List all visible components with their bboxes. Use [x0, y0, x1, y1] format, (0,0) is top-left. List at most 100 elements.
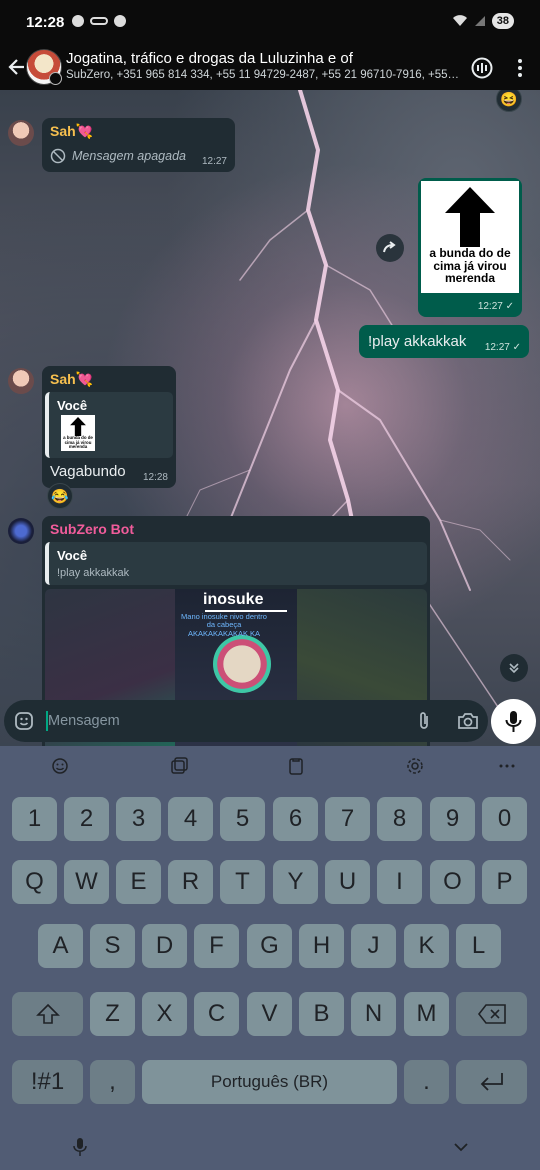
notification-icons	[72, 15, 126, 27]
mic-icon[interactable]	[70, 1137, 90, 1157]
message-time: 12:27	[201, 156, 227, 167]
key[interactable]: U	[325, 860, 370, 904]
voice-chat-icon[interactable]	[469, 55, 495, 81]
mic-icon	[505, 711, 522, 732]
key[interactable]: 8	[377, 797, 422, 841]
quoted-image-caption: a bunda do de cima já virou merenda	[63, 435, 93, 450]
gear-icon	[72, 15, 84, 27]
key[interactable]: J	[351, 924, 396, 968]
key[interactable]: C	[194, 992, 239, 1036]
backspace-key[interactable]	[456, 992, 527, 1036]
sticker-icon[interactable]	[169, 756, 189, 776]
comma-key[interactable]: ,	[90, 1060, 135, 1104]
mic-button[interactable]	[491, 699, 536, 744]
key[interactable]: V	[247, 992, 292, 1036]
up-arrow-graphic	[445, 187, 495, 247]
key[interactable]: K	[404, 924, 449, 968]
camera-icon[interactable]	[457, 711, 479, 731]
keyboard-toolbar	[0, 746, 540, 786]
key[interactable]: D	[142, 924, 187, 968]
key[interactable]: A	[38, 924, 83, 968]
sender-avatar[interactable]	[8, 518, 34, 544]
quoted-message[interactable]: Você a bunda do de cima já virou merenda	[45, 392, 173, 458]
key[interactable]: Z	[90, 992, 135, 1036]
scroll-down-button[interactable]	[500, 654, 528, 682]
reaction-emoji[interactable]: 😂	[47, 483, 73, 509]
key[interactable]: M	[404, 992, 449, 1036]
key[interactable]: P	[482, 860, 527, 904]
sender-name[interactable]: Sah💘	[50, 123, 93, 140]
key[interactable]: W	[64, 860, 109, 904]
key[interactable]: 5	[220, 797, 265, 841]
more-options-icon[interactable]	[497, 756, 517, 776]
keyboard[interactable]: 1 2 3 4 5 6 7 8 9 0 Q W E R T Y U I O P …	[0, 746, 540, 1170]
backspace-icon	[477, 1004, 506, 1024]
sender-avatar[interactable]	[8, 120, 34, 146]
deleted-text: Mensagem apagada	[72, 149, 186, 163]
chat-area[interactable]: 😆 Sah💘 Mensagem apagada 12:27 a bunda do…	[0, 90, 540, 746]
emoji-icon[interactable]	[50, 756, 70, 776]
message-text: !play akkakkak	[368, 333, 467, 350]
key[interactable]: F	[194, 924, 239, 968]
message-input[interactable]: Mensagem	[48, 713, 120, 729]
key[interactable]: 1	[12, 797, 57, 841]
deleted-icon	[50, 148, 66, 164]
key[interactable]: I	[377, 860, 422, 904]
settings-icon[interactable]	[405, 756, 425, 776]
forward-icon[interactable]	[376, 234, 404, 262]
character-figure	[213, 635, 271, 693]
key[interactable]: R	[168, 860, 213, 904]
key[interactable]: X	[142, 992, 187, 1036]
key[interactable]: O	[430, 860, 475, 904]
more-options-icon[interactable]	[507, 55, 533, 81]
key[interactable]: H	[299, 924, 344, 968]
composer-row: Mensagem	[0, 696, 540, 746]
chat-header[interactable]: Jogatina, tráfico e drogas da Luluzinha …	[0, 46, 540, 90]
key[interactable]: 0	[482, 797, 527, 841]
message-bubble[interactable]: !play akkakkak 12:27 ✓	[359, 325, 529, 358]
key[interactable]: 3	[116, 797, 161, 841]
message-composer[interactable]: Mensagem	[4, 700, 488, 742]
signal-icon	[474, 16, 485, 26]
quoted-message[interactable]: Você !play akkakkak	[45, 542, 427, 585]
message-time: 12:27 ✓	[484, 342, 521, 353]
image-message-bubble[interactable]: a bunda do de cima já virou merenda 12:2…	[418, 178, 522, 317]
key[interactable]: Y	[273, 860, 318, 904]
key[interactable]: 4	[168, 797, 213, 841]
key[interactable]: 9	[430, 797, 475, 841]
wifi-icon	[452, 15, 467, 26]
sender-name[interactable]: SubZero Bot	[50, 521, 134, 537]
key[interactable]: Q	[12, 860, 57, 904]
space-key[interactable]: Português (BR)	[142, 1060, 397, 1104]
key[interactable]: B	[299, 992, 344, 1036]
key[interactable]: T	[220, 860, 265, 904]
meme-image[interactable]: a bunda do de cima já virou merenda	[421, 181, 519, 293]
key[interactable]: N	[351, 992, 396, 1036]
chat-members[interactable]: SubZero, +351 965 814 334, +55 11 94729-…	[66, 69, 460, 81]
back-arrow-icon[interactable]	[6, 54, 28, 80]
key[interactable]: G	[247, 924, 292, 968]
enter-icon	[480, 1073, 503, 1091]
shift-key[interactable]	[12, 992, 83, 1036]
key[interactable]: E	[116, 860, 161, 904]
clipboard-icon[interactable]	[286, 756, 306, 776]
key[interactable]: 2	[64, 797, 109, 841]
attach-icon[interactable]	[414, 711, 434, 731]
chat-title[interactable]: Jogatina, tráfico e drogas da Luluzinha …	[66, 50, 456, 67]
message-bubble[interactable]: Sah💘 Mensagem apagada 12:27	[42, 118, 235, 172]
key[interactable]: S	[90, 924, 135, 968]
chevron-down-icon[interactable]	[451, 1137, 471, 1157]
key[interactable]: L	[456, 924, 501, 968]
period-key[interactable]: .	[404, 1060, 449, 1104]
message-time: 12:27 ✓	[477, 301, 514, 312]
sender-name[interactable]: Sah💘	[50, 371, 93, 388]
sticker-icon[interactable]	[14, 711, 34, 731]
sender-avatar[interactable]	[8, 368, 34, 394]
image-caption: a bunda do de cima já virou merenda	[429, 246, 511, 286]
enter-key[interactable]	[456, 1060, 527, 1104]
key[interactable]: 6	[273, 797, 318, 841]
reply-message-bubble[interactable]: Sah💘 Você a bunda do de cima já virou me…	[42, 366, 176, 488]
key[interactable]: 7	[325, 797, 370, 841]
symbols-key[interactable]: !#1	[12, 1060, 83, 1104]
status-time: 12:28	[26, 14, 65, 31]
